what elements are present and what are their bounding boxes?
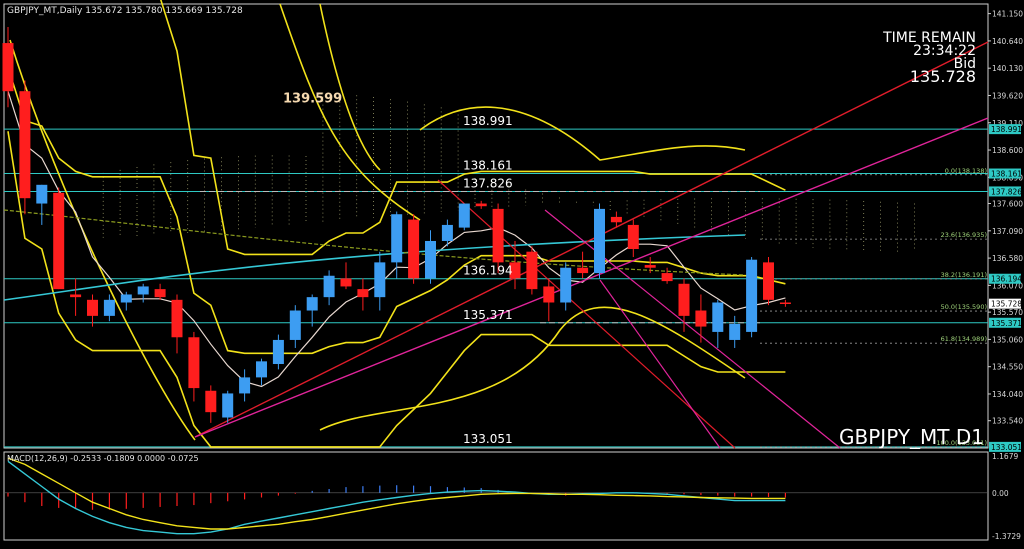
price-tick-label: 141.150 (992, 10, 1023, 19)
price-tick-label: 137.090 (992, 227, 1023, 236)
candle-bull (256, 361, 267, 378)
candle-bear (695, 310, 707, 327)
chart-canvas[interactable]: 0.0(138.138) 23.6(136.935) 38.2(136.191) 50… (0, 0, 1024, 545)
price-tag-text: 138.161 (991, 170, 1022, 179)
candle-bull (391, 214, 403, 263)
fib-label: 50.0(135.590) (941, 303, 987, 311)
candle-bear (661, 273, 673, 282)
price-tick-label: 134.550 (992, 363, 1023, 372)
candle-bull (374, 262, 386, 298)
candle-bear (171, 299, 183, 338)
price-tick-label: 140.130 (992, 64, 1023, 73)
candle-bull (425, 240, 436, 279)
fib-label: 0.0(138.138) (945, 167, 987, 175)
candle-bull (729, 323, 741, 340)
macd-tick-label: -1.3729 (992, 532, 1021, 541)
candle-bear (2, 43, 14, 92)
candle-bear (678, 283, 690, 316)
macd-tick-label: 1.1679 (992, 452, 1018, 461)
price-tag-text: 135.728 (991, 300, 1022, 309)
highlight-price-label: 139.599 (283, 92, 342, 107)
bid-value: 135.728 (910, 67, 976, 86)
candle-bear (644, 265, 656, 268)
macd-label: MACD(12,26,9) -0.2533 -0.1809 0.0000 -0.… (7, 454, 199, 463)
candle-bear (526, 251, 538, 290)
fib-label: 38.2(136.191) (941, 271, 987, 279)
candle-bull (289, 310, 301, 340)
price-tick-label: 135.570 (992, 308, 1023, 317)
candle-bull (458, 203, 470, 228)
candle-bear (543, 286, 555, 303)
candle-bear (475, 203, 487, 207)
candle-bull (441, 224, 453, 241)
candle-bear (70, 294, 82, 298)
candle-bear (357, 289, 369, 298)
candle-bear (627, 224, 639, 250)
candle-bull (137, 286, 149, 295)
candle-bear (408, 219, 420, 279)
candle-bear (577, 267, 589, 274)
candle-bear (205, 390, 217, 413)
candle-bull (594, 208, 605, 274)
candle-bull (36, 184, 48, 204)
candle-bull (306, 297, 318, 311)
price-tick-label: 133.540 (992, 417, 1023, 426)
level-label: 135.371 (463, 308, 513, 322)
price-tag-text: 136.194 (991, 275, 1022, 284)
macd-tick-label: 0.00 (992, 489, 1009, 498)
level-label: 138.991 (463, 114, 513, 128)
candle-bull (103, 299, 115, 316)
price-tag-text: 138.991 (991, 125, 1022, 134)
candle-bull (746, 259, 758, 332)
candle-bull (120, 294, 132, 303)
candle-bull (239, 377, 251, 394)
level-label: 137.826 (463, 176, 513, 190)
price-tick-label: 138.600 (992, 146, 1023, 155)
level-label: 138.161 (463, 159, 513, 173)
candle-bear (19, 91, 31, 199)
candle-bear (492, 208, 504, 263)
fib-label: 23.6(136.935) (941, 231, 987, 239)
level-label: 133.051 (463, 432, 513, 446)
candle-bear (154, 289, 166, 298)
price-tick-label: 137.600 (992, 200, 1023, 209)
symbol-watermark: GBPJPY_MT D1 (839, 425, 984, 449)
price-tick-label: 136.580 (992, 254, 1023, 263)
candle-bull (560, 267, 572, 303)
candle-bear (340, 278, 352, 287)
price-tick-label: 140.640 (992, 37, 1023, 46)
candle-bear (610, 216, 622, 223)
candle-bear (779, 302, 791, 304)
price-tick-label: 139.620 (992, 91, 1023, 100)
price-tick-label: 135.060 (992, 335, 1023, 344)
candle-bear (87, 299, 98, 316)
candle-bull (323, 275, 335, 298)
symbol-info: GBPJPY_MT,Daily 135.672 135.780 135.669 … (7, 6, 243, 16)
candle-bear (188, 337, 200, 389)
forex-chart[interactable]: 0.0(138.138) 23.6(136.935) 38.2(136.191) 50… (0, 0, 1024, 545)
price-tick-label: 134.040 (992, 390, 1023, 399)
candle-bull (272, 339, 284, 365)
candle-bull (222, 393, 234, 418)
candle-bear (763, 262, 774, 300)
candle-bull (712, 302, 724, 332)
price-tag-text: 133.051 (991, 443, 1022, 452)
fib-label: 61.8(134.989) (941, 335, 987, 343)
price-tag-text: 137.826 (991, 187, 1022, 196)
level-label: 136.194 (463, 264, 513, 278)
price-tag-text: 135.371 (991, 319, 1022, 328)
candle-bear (53, 192, 65, 290)
